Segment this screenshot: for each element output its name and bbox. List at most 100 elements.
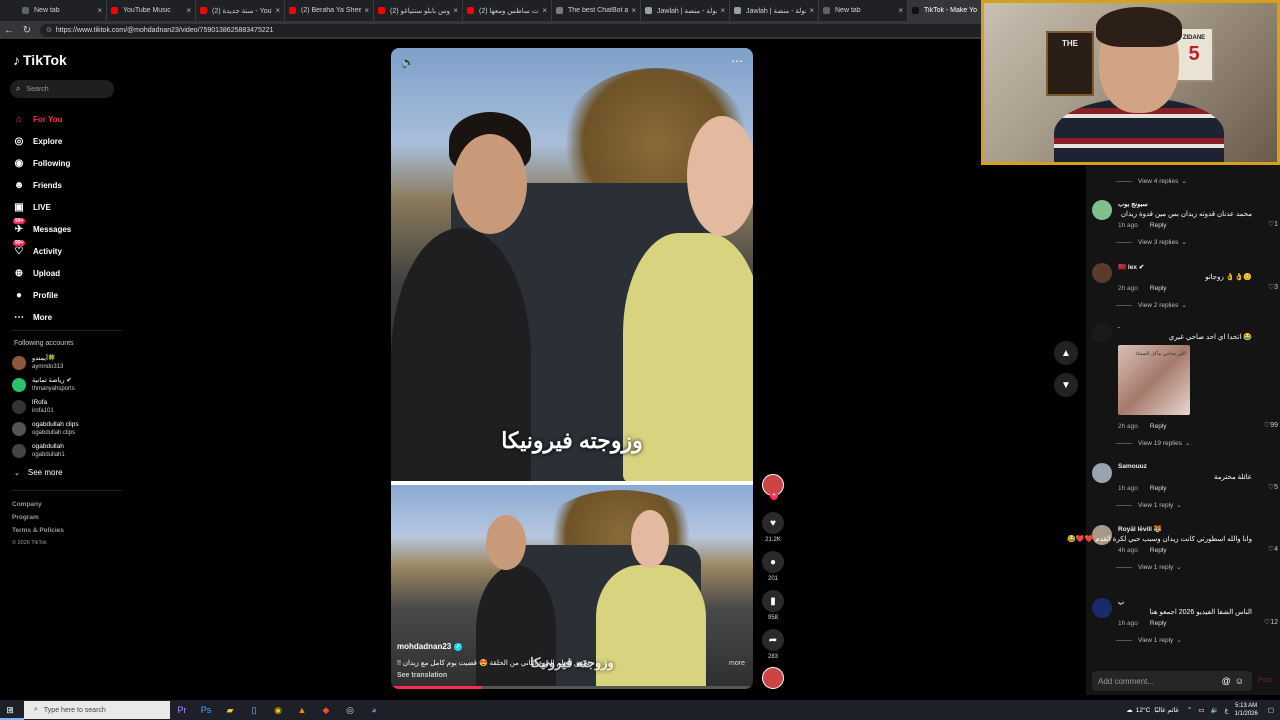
site-info-icon[interactable]: ⊙ — [46, 26, 52, 34]
next-video-button[interactable]: ▼ — [1054, 373, 1078, 397]
commenter-avatar[interactable] — [1092, 463, 1112, 483]
tab-close-icon[interactable]: × — [720, 6, 725, 15]
follow-plus-icon[interactable]: + — [770, 492, 778, 500]
discord-icon[interactable]: ◕ — [362, 700, 386, 720]
browser-tab[interactable]: (2) عروس بابلو سنتياغو× — [374, 0, 463, 21]
tab-close-icon[interactable]: × — [364, 6, 369, 15]
view-replies-button[interactable]: View 2 replies ⌄ — [1116, 301, 1187, 309]
sidebar-item-following[interactable]: ◉ Following — [11, 152, 71, 174]
view-replies-button[interactable]: View 1 reply ⌄ — [1116, 636, 1182, 644]
post-button[interactable]: Post — [1258, 677, 1272, 684]
network-icon[interactable]: ▭ — [1198, 706, 1204, 714]
following-account[interactable]: رياضة ثمانية ✔ thmanyahsports — [12, 374, 75, 396]
tray-chevron-icon[interactable]: ⌃ — [1187, 706, 1192, 714]
sidebar-item-activity[interactable]: ♡ Activity 99+ — [11, 240, 71, 262]
footer-program[interactable]: Program — [12, 511, 64, 524]
mention-icon[interactable]: @ — [1222, 676, 1235, 686]
see-translation-button[interactable]: See translation — [397, 672, 447, 679]
tab-close-icon[interactable]: × — [631, 6, 636, 15]
reply-button[interactable]: Reply — [1150, 547, 1167, 554]
taskbar-search[interactable]: ⌕ Type here to search — [24, 701, 170, 719]
commenter-avatar[interactable] — [1092, 200, 1112, 220]
commenter-avatar[interactable] — [1092, 598, 1112, 618]
sidebar-item-upload[interactable]: ⊕ Upload — [11, 262, 71, 284]
photoshop-icon[interactable]: Ps — [194, 700, 218, 720]
reply-button[interactable]: Reply — [1150, 485, 1167, 492]
browser-tab[interactable]: The best ChatBot and× — [552, 0, 641, 21]
see-more-button[interactable]: ⌄ See more — [14, 468, 63, 477]
previous-video-button[interactable]: ▲ — [1054, 341, 1078, 365]
tab-close-icon[interactable]: × — [898, 6, 903, 15]
browser-tab[interactable]: Jawlah | جولة - منصة × — [730, 0, 819, 21]
brave-icon[interactable]: ◆ — [314, 700, 338, 720]
view-replies-button[interactable]: View 1 reply ⌄ — [1116, 501, 1182, 509]
sidebar-item-more[interactable]: ⋯ More — [11, 306, 71, 328]
premiere-icon[interactable]: Pr — [170, 700, 194, 720]
more-options-icon[interactable]: ⋯ — [731, 54, 743, 68]
comment-like-button[interactable]: ♡4 — [1268, 545, 1278, 553]
reply-button[interactable]: Reply — [1150, 620, 1167, 627]
url-field[interactable]: ⊙ https://www.tiktok.com/@mohdadnan23/vi… — [40, 23, 985, 37]
footer-company[interactable]: Company — [12, 498, 64, 511]
commenter-name[interactable]: سبونج بوب — [1118, 200, 1148, 208]
folder-icon[interactable]: ▰ — [218, 700, 242, 720]
sound-avatar-button[interactable] — [760, 667, 786, 689]
sidebar-item-friends[interactable]: ☻ Friends — [11, 174, 71, 196]
tab-close-icon[interactable]: × — [542, 6, 547, 15]
commenter-name[interactable]: Samouuz — [1118, 463, 1147, 470]
obs-icon[interactable]: ◎ — [338, 700, 362, 720]
creator-avatar-button[interactable]: + — [760, 474, 786, 500]
view-replies-button[interactable]: View 3 replies ⌄ — [1116, 238, 1187, 246]
clock[interactable]: 5:13 AM 1/1/2026 — [1234, 702, 1257, 718]
add-comment-input[interactable]: Add comment... @☺ — [1092, 671, 1252, 691]
video-author[interactable]: mohdadnan23 ✓ — [397, 642, 463, 651]
like-button[interactable]: ♥ 21.2K — [760, 512, 786, 543]
files-icon[interactable]: ▯ — [242, 700, 266, 720]
description-more-button[interactable]: more — [729, 660, 745, 667]
volume-tray-icon[interactable]: 🔉 — [1211, 706, 1219, 714]
save-button[interactable]: ▮ 958 — [760, 590, 786, 621]
vlc-icon[interactable]: ▲ — [290, 700, 314, 720]
emoji-icon[interactable]: ☺ — [1235, 676, 1248, 686]
reply-button[interactable]: Reply — [1150, 285, 1167, 292]
comment-gif-image[interactable]: اللي صاحي بيأكل السماء — [1118, 345, 1190, 415]
comment-like-button[interactable]: ♡1 — [1268, 220, 1278, 228]
commenter-avatar[interactable] — [1092, 323, 1112, 343]
browser-tab[interactable]: New tab × — [819, 0, 908, 21]
sidebar-item-for-you[interactable]: ⌂ For You — [11, 108, 71, 130]
language-icon[interactable]: ع — [1225, 706, 1229, 714]
browser-tab[interactable]: YouTube Music × — [107, 0, 196, 21]
browser-tab[interactable]: (2) Beraha Ya Sheekha× — [285, 0, 374, 21]
sidebar-item-messages[interactable]: ✈ Messages 99+ — [11, 218, 71, 240]
view-replies-button[interactable]: View 4 replies ⌄ — [1116, 177, 1187, 185]
browser-tab[interactable]: (2) ولدت ساطس ومعها× — [463, 0, 552, 21]
tab-close-icon[interactable]: × — [97, 6, 102, 15]
commenter-name[interactable]: Royāl lēvill 🐯 — [1118, 525, 1162, 533]
view-replies-button[interactable]: View 1 reply ⌄ — [1116, 563, 1182, 571]
reload-icon[interactable]: ↻ — [18, 25, 36, 36]
video-player[interactable]: وزوجته فيرونيكا 🔈 ⋯ وزوجته فيرونيكا mohd… — [391, 48, 753, 689]
notifications-icon[interactable]: ▢ — [1268, 706, 1274, 714]
commenter-name[interactable]: . — [1118, 323, 1120, 330]
commenter-name[interactable]: 🇲🇦 lex ✔ — [1118, 263, 1144, 271]
comment-like-button[interactable]: ♡3 — [1268, 283, 1278, 291]
volume-icon[interactable]: 🔈 — [401, 56, 415, 69]
reply-button[interactable]: Reply — [1150, 222, 1167, 229]
following-account[interactable]: ogabdullah clips ogabdullah.clips — [12, 418, 79, 440]
following-account[interactable]: ogabdullah ogabdullah1 — [12, 440, 65, 462]
video-progress-bar[interactable] — [391, 686, 753, 689]
commenter-avatar[interactable] — [1092, 263, 1112, 283]
tab-close-icon[interactable]: × — [186, 6, 191, 15]
commenter-name[interactable]: ب — [1118, 598, 1124, 606]
footer-terms[interactable]: Terms & Policies — [12, 524, 64, 537]
tab-close-icon[interactable]: × — [275, 6, 280, 15]
browser-tab[interactable]: (2) سنة جديدة - YouTube× — [196, 0, 285, 21]
sidebar-item-profile[interactable]: ● Profile — [11, 284, 71, 306]
following-account[interactable]: أيمندو🍀 aymndo313 — [12, 352, 63, 374]
comment-like-button[interactable]: ♡99 — [1264, 421, 1278, 429]
tab-close-icon[interactable]: × — [453, 6, 458, 15]
share-button[interactable]: ➦ 283 — [760, 629, 786, 660]
chrome-icon[interactable]: ◉ — [266, 700, 290, 720]
tiktok-logo[interactable]: ♪ TikTok — [13, 52, 67, 68]
comment-button[interactable]: ● 201 — [760, 551, 786, 582]
